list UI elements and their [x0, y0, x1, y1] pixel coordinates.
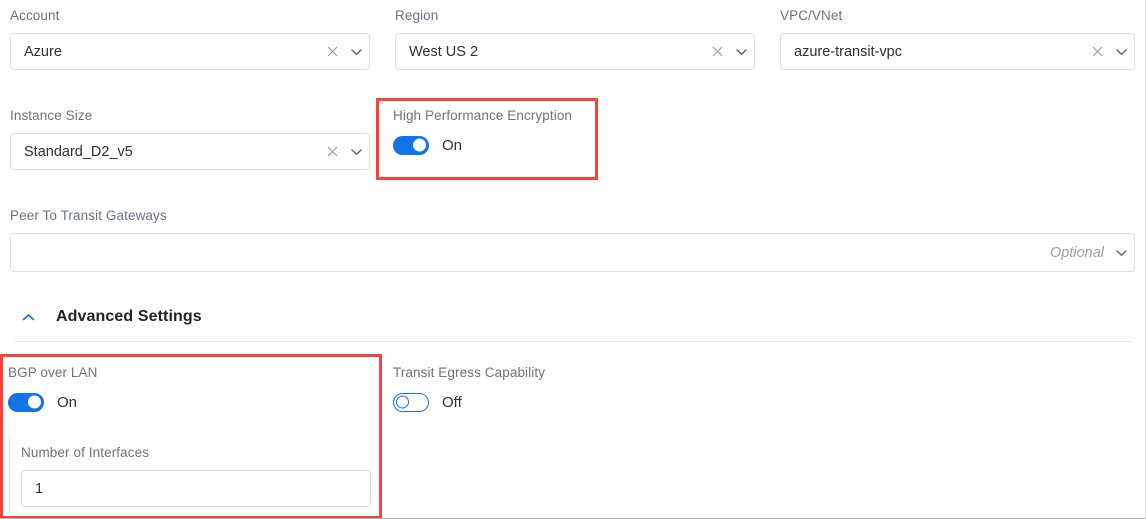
region-select[interactable]: West US 2 [395, 33, 755, 70]
region-label: Region [395, 8, 755, 24]
bgp-over-lan-label: BGP over LAN [8, 365, 378, 381]
close-x-icon[interactable] [321, 34, 343, 69]
region-value: West US 2 [396, 43, 706, 61]
field-bgp-over-lan: BGP over LAN On [8, 365, 378, 414]
advanced-settings-title: Advanced Settings [56, 308, 202, 326]
field-number-of-interfaces: Number of Interfaces 1 [21, 445, 371, 507]
chevron-down-icon[interactable] [1108, 234, 1134, 271]
field-transit-egress-capability: Transit Egress Capability Off [393, 365, 693, 414]
chevron-up-icon[interactable] [20, 309, 36, 325]
field-region: Region West US 2 [395, 8, 755, 70]
close-x-icon[interactable] [1086, 34, 1108, 69]
vpc-vnet-value: azure-transit-vpc [781, 43, 1086, 61]
vpc-vnet-label: VPC/VNet [780, 8, 1135, 24]
toggle-knob [396, 396, 409, 409]
bgp-over-lan-toggle-row: On [8, 390, 378, 414]
account-label: Account [10, 8, 370, 24]
close-x-icon[interactable] [706, 34, 728, 69]
instance-size-label: Instance Size [10, 108, 370, 124]
nested-field-indent-rule [9, 437, 10, 514]
section-divider [14, 341, 1132, 342]
instance-size-select[interactable]: Standard_D2_v5 [10, 133, 370, 170]
close-x-icon[interactable] [321, 134, 343, 169]
vpc-vnet-select[interactable]: azure-transit-vpc [780, 33, 1135, 70]
field-vpc-vnet: VPC/VNet azure-transit-vpc [780, 8, 1135, 70]
field-account: Account Azure [10, 8, 370, 70]
peer-to-transit-gateways-placeholder: Optional [11, 244, 1108, 262]
peer-to-transit-gateways-select[interactable]: Optional [10, 233, 1135, 272]
transit-egress-capability-state: Off [442, 393, 462, 412]
field-instance-size: Instance Size Standard_D2_v5 [10, 108, 370, 170]
chevron-down-icon[interactable] [343, 134, 369, 169]
field-high-performance-encryption: High Performance Encryption On [393, 108, 623, 157]
transit-egress-capability-toggle-row: Off [393, 390, 693, 414]
toggle-knob [28, 396, 41, 409]
account-select[interactable]: Azure [10, 33, 370, 70]
toggle-off-icon[interactable] [393, 393, 429, 412]
chevron-down-icon[interactable] [343, 34, 369, 69]
advanced-settings-header[interactable]: Advanced Settings [20, 305, 202, 329]
number-of-interfaces-label: Number of Interfaces [21, 445, 371, 461]
bgp-over-lan-state: On [57, 393, 77, 412]
transit-egress-capability-label: Transit Egress Capability [393, 365, 693, 381]
chevron-down-icon[interactable] [1108, 34, 1134, 69]
peer-to-transit-gateways-label: Peer To Transit Gateways [10, 208, 1135, 224]
number-of-interfaces-value: 1 [22, 481, 43, 497]
high-performance-encryption-state: On [442, 136, 462, 155]
account-value: Azure [11, 43, 321, 61]
high-performance-encryption-label: High Performance Encryption [393, 108, 623, 124]
number-of-interfaces-input[interactable]: 1 [21, 470, 371, 507]
toggle-on-icon[interactable] [8, 393, 44, 412]
gateway-settings-form: Account Azure Region West US 2 [0, 0, 1146, 519]
high-performance-encryption-toggle-row: On [393, 133, 623, 157]
instance-size-value: Standard_D2_v5 [11, 143, 321, 161]
field-peer-to-transit-gateways: Peer To Transit Gateways Optional [10, 208, 1135, 272]
toggle-knob [413, 139, 426, 152]
toggle-on-icon[interactable] [393, 136, 429, 155]
chevron-down-icon[interactable] [728, 34, 754, 69]
